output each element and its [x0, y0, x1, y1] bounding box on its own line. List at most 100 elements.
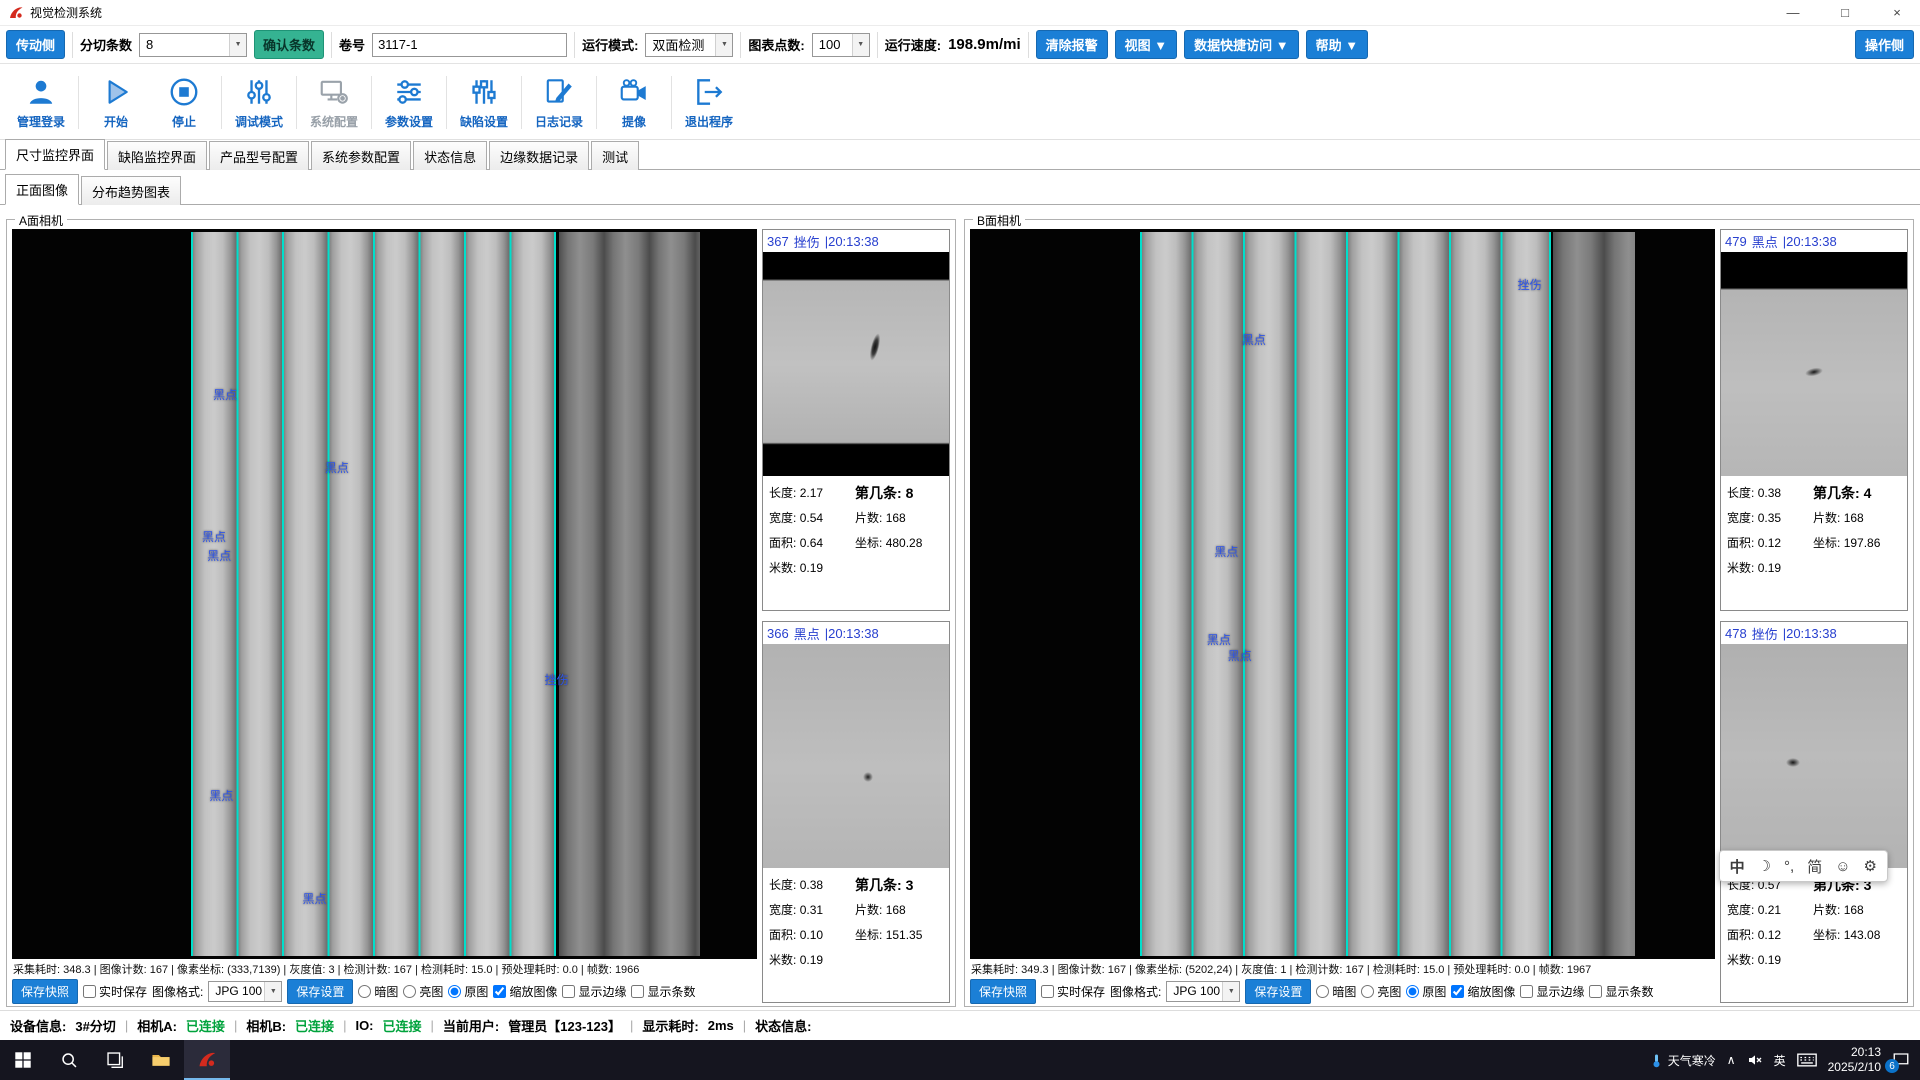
camera-a-image: 黑点黑点黑点黑点挫伤黑点黑点 — [12, 229, 757, 959]
bright-image-radio[interactable] — [1361, 985, 1374, 998]
admin-login-button[interactable]: 管理登录 — [8, 68, 74, 137]
roll-number-label: 卷号 — [339, 35, 365, 54]
stat-label: 片数: — [1813, 511, 1840, 525]
show-edge-checkbox[interactable] — [1520, 985, 1533, 998]
task-view-icon[interactable] — [92, 1040, 138, 1080]
stat-value: 0.19 — [1758, 561, 1781, 575]
ribbon-label: 开始 — [104, 113, 128, 130]
tab-size-monitor[interactable]: 尺寸监控界面 — [5, 139, 105, 170]
state-info-label: 状态信息: — [755, 1016, 811, 1035]
dark-image-radio[interactable] — [1316, 985, 1329, 998]
defect-card[interactable]: 479 黑点 |20:13:38 长度: 0.38 第几条: 4 宽度: 0.3… — [1720, 229, 1908, 611]
operator-side-button[interactable]: 操作侧 — [1855, 30, 1914, 59]
subtab-front-image[interactable]: 正面图像 — [5, 174, 79, 205]
show-count-checkbox[interactable] — [631, 985, 644, 998]
save-snapshot-button[interactable]: 保存快照 — [970, 979, 1036, 1004]
ime-chinese-mode[interactable]: 中 — [1730, 856, 1745, 877]
slit-count-label: 分切条数 — [80, 35, 132, 54]
clear-alarm-button[interactable]: 清除报警 — [1036, 30, 1108, 59]
taskbar-app-explorer[interactable] — [138, 1040, 184, 1080]
ime-simplified-mode[interactable]: 简 — [1807, 856, 1822, 877]
weather-tray-item[interactable]: 天气寒冷 — [1649, 1052, 1716, 1069]
start-button[interactable]: 开始 — [83, 68, 149, 137]
realtime-save-checkbox[interactable] — [83, 985, 96, 998]
device-info-label: 设备信息: — [10, 1016, 66, 1035]
ime-fullwidth-moon-icon[interactable]: ☽ — [1758, 857, 1771, 875]
save-settings-button[interactable]: 保存设置 — [1245, 979, 1311, 1004]
defect-card[interactable]: 366 黑点 |20:13:38 长度: 0.38 第几条: 3 宽度: 0.3… — [762, 621, 950, 1003]
defect-card[interactable]: 478 挫伤 |20:13:38 长度: 0.57 第几条: 3 宽度: 0.2… — [1720, 621, 1908, 1003]
stat-label: 片数: — [855, 903, 882, 917]
slit-count-select[interactable]: 8 ▼ — [139, 33, 247, 57]
volume-muted-icon[interactable] — [1747, 1052, 1763, 1068]
current-user-value: 管理员【123-123】 — [508, 1016, 621, 1035]
tab-test[interactable]: 测试 — [591, 141, 639, 170]
chart-points-select[interactable]: 100 ▼ — [812, 33, 870, 57]
exit-program-button[interactable]: 退出程序 — [676, 68, 742, 137]
roll-number-input[interactable] — [372, 33, 567, 57]
original-image-radio[interactable] — [1406, 985, 1419, 998]
zoom-image-checkbox[interactable] — [493, 985, 506, 998]
show-edge-checkbox[interactable] — [562, 985, 575, 998]
bright-image-radio[interactable] — [403, 985, 416, 998]
defect-card[interactable]: 367 挫伤 |20:13:38 长度: 2.17 第几条: 8 宽度: 0.5… — [762, 229, 950, 611]
tab-edge-data[interactable]: 边缘数据记录 — [489, 141, 589, 170]
image-format-select[interactable]: JPG 100 ▼ — [208, 981, 282, 1002]
defect-type: 挫伤 — [794, 232, 820, 251]
defect-settings-button[interactable]: 缺陷设置 — [451, 68, 517, 137]
input-language-indicator[interactable]: 英 — [1774, 1052, 1786, 1069]
stop-button[interactable]: 停止 — [151, 68, 217, 137]
hidden-icons-chevron[interactable]: ∧ — [1727, 1053, 1736, 1067]
ime-emoji-icon[interactable]: ☺ — [1835, 858, 1850, 875]
tab-product-model[interactable]: 产品型号配置 — [209, 141, 309, 170]
image-format-select[interactable]: JPG 100 ▼ — [1166, 981, 1240, 1002]
defect-marker-label: 黑点 — [209, 787, 233, 804]
stat-label: 宽度: — [769, 511, 796, 525]
original-image-radio[interactable] — [448, 985, 461, 998]
defect-snapshot-image — [1721, 252, 1907, 476]
device-info-value: 3#分切 — [75, 1016, 115, 1035]
maximize-button[interactable]: □ — [1822, 0, 1868, 25]
tab-defect-monitor[interactable]: 缺陷监控界面 — [107, 141, 207, 170]
taskbar-app-vision-system[interactable] — [184, 1040, 230, 1080]
start-button[interactable] — [0, 1040, 46, 1080]
action-center-icon[interactable]: 6 — [1892, 1051, 1910, 1069]
parameter-settings-button[interactable]: 参数设置 — [376, 68, 442, 137]
capture-image-button[interactable]: 提像 — [601, 68, 667, 137]
subtab-trend-chart[interactable]: 分布趋势图表 — [81, 176, 181, 205]
search-icon[interactable] — [46, 1040, 92, 1080]
data-quick-access-button[interactable]: 数据快捷访问 ▼ — [1184, 30, 1298, 59]
help-menu-button[interactable]: 帮助 ▼ — [1306, 30, 1368, 59]
ribbon-label: 管理登录 — [17, 113, 65, 130]
debug-mode-button[interactable]: 调试模式 — [226, 68, 292, 137]
system-config-button[interactable]: 系统配置 — [301, 68, 367, 137]
tab-system-params[interactable]: 系统参数配置 — [311, 141, 411, 170]
sub-tab-bar: 正面图像分布趋势图表 — [0, 177, 1920, 205]
touch-keyboard-icon[interactable] — [1797, 1053, 1817, 1067]
ime-settings-gear-icon[interactable]: ⚙ — [1864, 857, 1877, 875]
run-mode-select[interactable]: 双面检测 ▼ — [645, 33, 733, 57]
realtime-save-checkbox[interactable] — [1041, 985, 1054, 998]
view-menu-button[interactable]: 视图 ▼ — [1115, 30, 1177, 59]
thermometer-icon — [1649, 1053, 1664, 1068]
camera-a-label: 相机A: — [137, 1016, 177, 1035]
stat-label: 米数: — [1727, 953, 1754, 967]
save-snapshot-button[interactable]: 保存快照 — [12, 979, 78, 1004]
close-button[interactable]: × — [1874, 0, 1920, 25]
ime-punctuation-icon[interactable]: °, — [1784, 858, 1794, 875]
zoom-image-checkbox[interactable] — [1451, 985, 1464, 998]
camera-b-controls: 保存快照 实时保存 图像格式: JPG 100 ▼ 保存设置 暗图 亮图 原图 — [970, 976, 1715, 1003]
show-count-checkbox[interactable] — [1589, 985, 1602, 998]
tab-status-info[interactable]: 状态信息 — [413, 141, 487, 170]
run-speed-label: 运行速度: — [885, 35, 941, 54]
drive-side-button[interactable]: 传动侧 — [6, 30, 65, 59]
save-settings-button[interactable]: 保存设置 — [287, 979, 353, 1004]
confirm-count-button[interactable]: 确认条数 — [254, 30, 324, 59]
minimize-button[interactable]: — — [1770, 0, 1816, 25]
log-record-button[interactable]: 日志记录 — [526, 68, 592, 137]
clock-tray-item[interactable]: 20:13 2025/2/10 — [1828, 1045, 1881, 1075]
dark-image-radio[interactable] — [358, 985, 371, 998]
stat-value: 0.31 — [800, 903, 823, 917]
chart-points-label: 图表点数: — [748, 35, 804, 54]
chevron-down-icon: ▼ — [715, 34, 732, 56]
